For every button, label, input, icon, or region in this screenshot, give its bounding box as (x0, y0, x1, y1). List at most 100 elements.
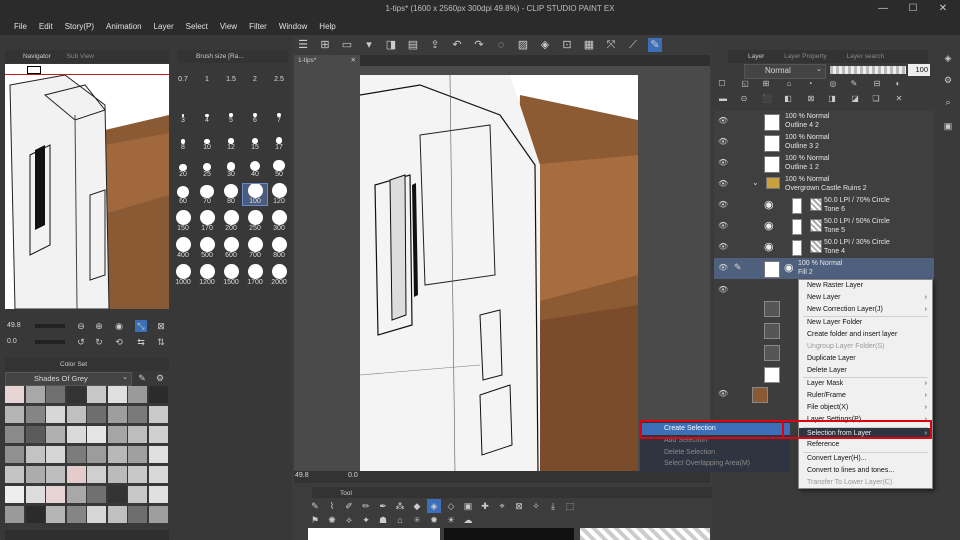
menu-help[interactable]: Help (319, 18, 335, 35)
tool-icon[interactable]: ✚ (478, 499, 492, 513)
layer-row[interactable]: 👁 50.0 LPI / 70% Circle Tone 6 ◉ (714, 195, 934, 217)
brush-size-cell[interactable]: 3 (171, 103, 195, 124)
layer-panel-icon[interactable]: ◈ (942, 52, 954, 64)
color-swatch[interactable] (46, 506, 65, 523)
brush-size-cell[interactable]: 300 (267, 210, 291, 232)
eye-icon[interactable]: 👁 (718, 179, 728, 188)
pen-icon[interactable]: ✎ (648, 38, 662, 52)
menu-item[interactable]: New Correction Layer(J) › (799, 304, 932, 316)
color-swatch[interactable] (46, 446, 65, 463)
save-icon[interactable]: ▾ (362, 38, 376, 52)
menu-icon[interactable]: ☰ (296, 38, 310, 52)
layer-command-icon[interactable]: ⊞ (760, 78, 772, 90)
color-swatch[interactable] (46, 406, 65, 423)
color-swatch[interactable] (46, 426, 65, 443)
tool-icon[interactable]: ✺ (325, 513, 339, 527)
canvas-tab[interactable]: 1-tips* ✕ (294, 55, 360, 66)
brush-size-cell[interactable]: 8 (171, 130, 195, 151)
brush-size-cell[interactable]: 2 (243, 76, 267, 83)
brush-size-cell[interactable]: 10 (195, 130, 219, 151)
color-swatch[interactable] (148, 486, 168, 503)
tool-icon[interactable]: ◆ (410, 499, 424, 513)
tool-icon[interactable]: ⌂ (393, 513, 407, 527)
eye-icon[interactable]: 👁 (718, 116, 728, 125)
brush-size-cell[interactable]: 250 (243, 210, 267, 232)
transform-icon[interactable]: ⤧ (604, 38, 618, 52)
color-swatch[interactable] (148, 426, 168, 443)
layer-command-icon[interactable]: ⬛ (761, 93, 773, 105)
color-swatch[interactable] (128, 486, 147, 503)
brush-size-cell[interactable]: 800 (267, 237, 291, 259)
brush-size-cell[interactable]: 17 (267, 130, 291, 151)
color-swatch[interactable] (87, 426, 106, 443)
color-swatch[interactable] (66, 446, 86, 463)
color-swatch[interactable] (87, 406, 106, 423)
brush-size-cell[interactable]: 500 (195, 237, 219, 259)
tool-icon[interactable]: ⍟ (410, 513, 424, 527)
menu-item[interactable]: New Layer › (799, 292, 932, 304)
color-swatch[interactable] (148, 466, 168, 483)
tool-icon[interactable]: ✎ (308, 499, 322, 513)
brush-size-cell[interactable]: 0.7 (171, 76, 195, 83)
brush-size-cell[interactable]: 20 (171, 157, 195, 178)
eye-icon[interactable]: 👁 (718, 263, 728, 272)
rotate-right-icon[interactable]: ↻ (93, 336, 105, 348)
tab-tool[interactable]: Tool (340, 490, 352, 497)
eye-icon[interactable]: 👁 (718, 200, 728, 209)
layer-row[interactable]: 👁 100 % Normal Outline 3 2 (714, 132, 934, 154)
color-swatch[interactable] (148, 446, 168, 463)
minimize-button[interactable]: — (872, 2, 894, 16)
color-swatch[interactable] (25, 446, 45, 463)
menu-file[interactable]: File (14, 18, 27, 35)
color-swatch[interactable] (148, 506, 168, 523)
tool-icon[interactable]: ⟡ (342, 513, 356, 527)
brush-size-cell[interactable]: 700 (243, 237, 267, 259)
color-swatch[interactable] (25, 406, 45, 423)
property-panel-icon[interactable]: ⚙ (942, 74, 954, 86)
flip-vertical-icon[interactable]: ⇅ (155, 336, 167, 348)
navigator-preview[interactable] (5, 75, 169, 309)
tool-icon[interactable]: ✐ (342, 499, 356, 513)
brush-size-cell[interactable]: 7 (267, 103, 291, 124)
open-icon[interactable]: ▭ (340, 38, 354, 52)
brush-size-cell[interactable]: 25 (195, 157, 219, 178)
layer-command-icon[interactable]: ⊠ (805, 93, 817, 105)
layer-command-icon[interactable]: ⊟ (871, 78, 883, 90)
color-swatch[interactable] (66, 466, 86, 483)
brush-size-cell[interactable]: 120 (267, 183, 291, 205)
tool-icon[interactable]: ☀ (444, 513, 458, 527)
color-swatch[interactable] (5, 466, 24, 483)
brush-size-cell[interactable]: 40 (243, 157, 267, 178)
fit-navigator-icon[interactable]: ⤡ (135, 320, 147, 332)
color-swatch[interactable] (25, 486, 45, 503)
color-swatch[interactable] (128, 446, 147, 463)
tab-layer-property[interactable]: Layer Property (784, 53, 827, 60)
redo-icon[interactable]: ↷ (472, 38, 486, 52)
menu-item[interactable]: New Layer Folder (799, 317, 932, 329)
layer-row[interactable]: 👁 100 % Normal Fill 2 ✎ ◉ (714, 258, 934, 280)
color-swatch[interactable] (148, 386, 168, 403)
fill-icon[interactable]: ◈ (538, 38, 552, 52)
color-swatch[interactable] (46, 486, 65, 503)
color-swatch[interactable] (25, 466, 45, 483)
brush-size-cell[interactable]: 1200 (195, 264, 219, 286)
color-swatch[interactable] (5, 506, 24, 523)
color-swatch[interactable] (66, 426, 86, 443)
tool-icon[interactable]: ◈ (427, 499, 441, 513)
color-swatch[interactable] (128, 406, 147, 423)
brush-size-cell[interactable]: 80 (219, 183, 243, 205)
brush-size-cell[interactable]: 1 (195, 76, 219, 83)
color-swatch[interactable] (5, 406, 24, 423)
color-swatch[interactable] (46, 466, 65, 483)
brush-size-cell[interactable]: 60 (171, 184, 195, 205)
color-swatch[interactable] (87, 506, 106, 523)
menu-item[interactable]: Convert Layer(H)... (799, 453, 932, 465)
tab-subview[interactable]: Sub View (67, 53, 94, 60)
tool-icon[interactable]: ⁂ (393, 499, 407, 513)
tool-icon[interactable]: ✏ (359, 499, 373, 513)
layer-command-icon[interactable]: ⊙ (738, 93, 750, 105)
brush-size-cell[interactable]: 1500 (219, 264, 243, 286)
brush-size-cell[interactable]: 400 (171, 237, 195, 259)
blend-mode-dropdown[interactable]: Normal ⌄ (744, 64, 826, 79)
new-icon[interactable]: ⊞ (318, 38, 332, 52)
